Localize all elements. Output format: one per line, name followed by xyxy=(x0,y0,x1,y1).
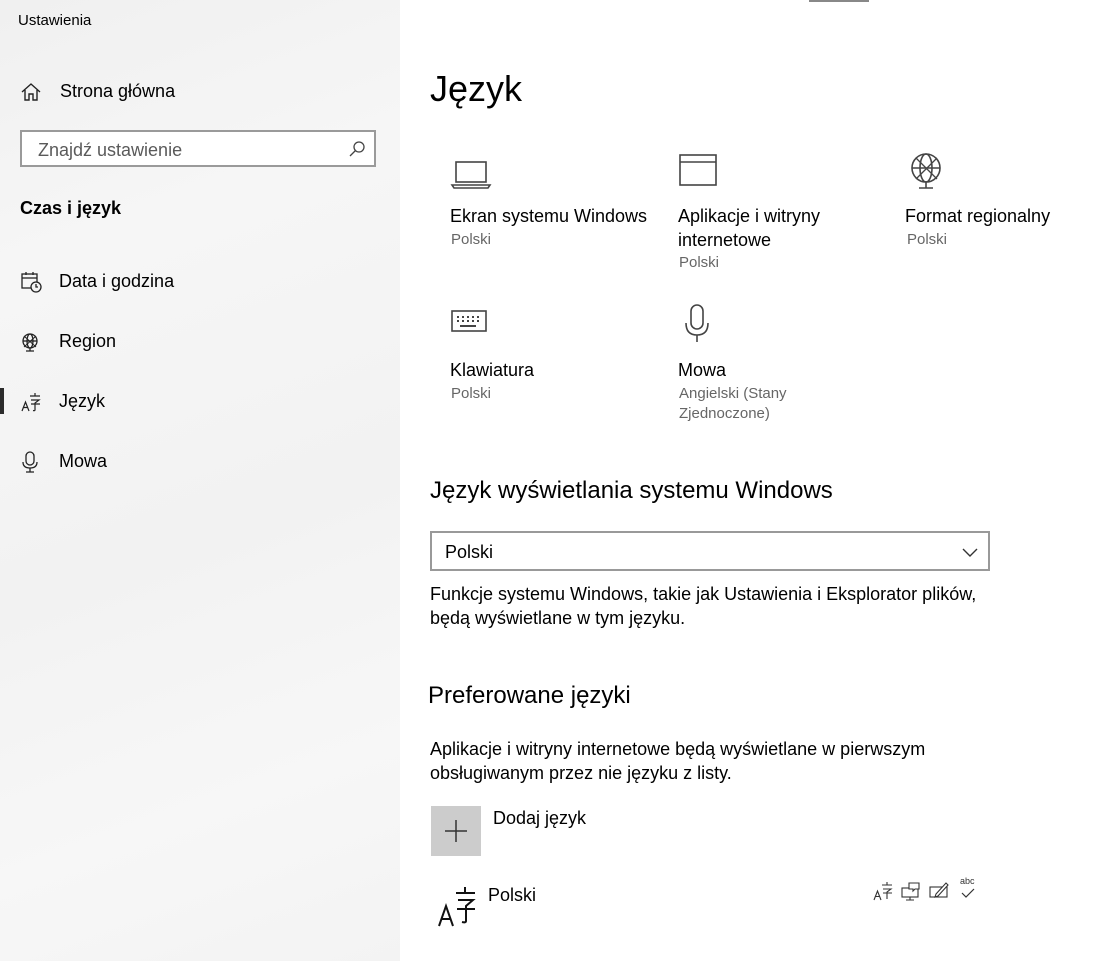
add-language-label[interactable]: Dodaj język xyxy=(493,808,586,829)
tile-title: Klawiatura xyxy=(450,360,535,380)
window-icon xyxy=(678,152,722,192)
language-icon xyxy=(436,884,476,933)
sidebar: Ustawienia Strona główna Czas i język Da… xyxy=(0,0,400,961)
microphone-icon xyxy=(682,303,726,343)
tile-regional-format[interactable]: Format regionalny Polski xyxy=(905,150,1085,260)
sidebar-item-label: Data i godzina xyxy=(59,271,175,291)
globe-icon xyxy=(20,331,42,353)
tile-subtitle: Angielski (Stany Zjednoczone) xyxy=(679,385,787,422)
sidebar-item-label: Region xyxy=(59,331,117,351)
tile-title: Format regionalny xyxy=(905,206,1051,226)
sidebar-item-date-time[interactable]: Data i godzina xyxy=(0,261,400,301)
tile-subtitle: Polski xyxy=(907,231,948,248)
display-language-icon xyxy=(872,880,894,902)
tile-windows-display[interactable]: Ekran systemu Windows Polski xyxy=(450,150,650,260)
dropdown-value: Polski xyxy=(445,542,494,562)
preferred-languages-description: Aplikacje i witryny internetowe będą wyś… xyxy=(430,739,926,783)
search-box[interactable] xyxy=(20,130,376,167)
sidebar-item-label: Mowa xyxy=(59,451,108,471)
plus-icon xyxy=(445,820,467,842)
keyboard-icon xyxy=(450,307,494,347)
speech-icon xyxy=(900,880,922,902)
sidebar-item-speech[interactable]: Mowa xyxy=(0,441,400,481)
sidebar-item-language[interactable]: Język xyxy=(0,381,400,421)
spellcheck-text: abc xyxy=(960,876,975,886)
microphone-icon xyxy=(20,451,42,473)
tile-title: Aplikacje i witryny internetowe xyxy=(678,206,821,250)
sidebar-item-region[interactable]: Region xyxy=(0,321,400,361)
tile-title: Ekran systemu Windows xyxy=(450,206,648,226)
tile-subtitle: Polski xyxy=(451,385,492,402)
sidebar-item-label: Język xyxy=(59,391,106,411)
display-language-description: Funkcje systemu Windows, takie jak Ustaw… xyxy=(430,584,977,628)
language-icon xyxy=(20,391,42,413)
tile-apps-websites[interactable]: Aplikacje i witryny internetowe Polski xyxy=(678,150,858,280)
section-title: Czas i język xyxy=(20,198,122,218)
calendar-clock-icon xyxy=(20,271,42,293)
scroll-indicator xyxy=(809,0,869,2)
home-icon xyxy=(20,81,42,103)
tile-title: Mowa xyxy=(678,360,727,380)
home-nav-item[interactable]: Strona główna xyxy=(0,71,400,111)
search-icon[interactable] xyxy=(348,140,366,158)
tile-speech[interactable]: Mowa Angielski (Stany Zjednoczone) xyxy=(678,303,858,428)
app-title: Ustawienia xyxy=(18,12,92,29)
home-label: Strona główna xyxy=(60,81,176,101)
language-name: Polski xyxy=(488,885,537,905)
search-input[interactable] xyxy=(36,138,340,162)
spellcheck-icon: abc xyxy=(958,876,982,902)
main-content: Język Ekran systemu Windows Polski Aplik… xyxy=(400,0,1102,961)
tile-subtitle: Polski xyxy=(679,254,720,271)
add-language-button[interactable] xyxy=(431,806,481,856)
chevron-down-icon xyxy=(962,545,978,557)
preferred-languages-heading: Preferowane języki xyxy=(428,682,631,709)
display-language-heading: Język wyświetlania systemu Windows xyxy=(430,477,833,504)
display-language-dropdown[interactable]: Polski xyxy=(430,531,990,571)
handwriting-icon xyxy=(928,880,950,902)
laptop-icon xyxy=(450,156,494,196)
language-list-item[interactable]: Polski abc xyxy=(430,876,990,936)
tile-subtitle: Polski xyxy=(451,231,492,248)
page-title: Język xyxy=(430,68,523,109)
tile-keyboard[interactable]: Klawiatura Polski xyxy=(450,303,630,403)
globe-icon xyxy=(907,150,951,190)
